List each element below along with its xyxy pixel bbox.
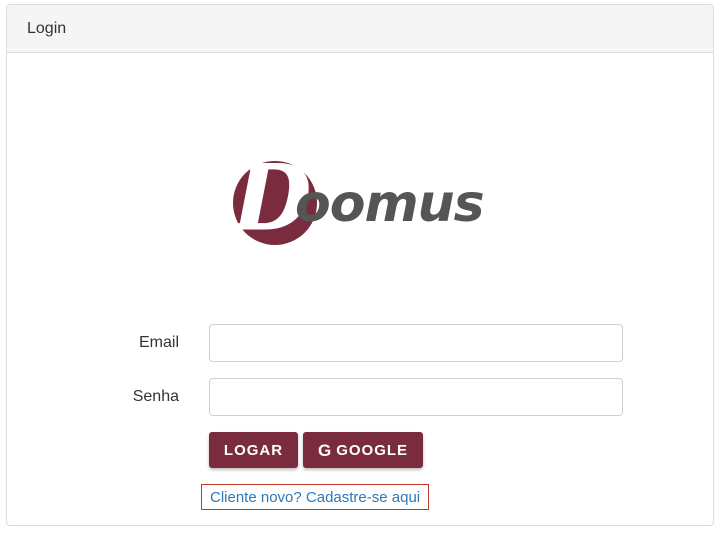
- logo-wordmark: oomus: [295, 174, 484, 234]
- login-card: Login D oomus Email Senha LOGAR G GOOGLE…: [6, 4, 714, 526]
- password-label: Senha: [132, 388, 179, 405]
- login-button-label: LOGAR: [223, 441, 284, 459]
- card-header: Login: [7, 5, 713, 53]
- doomus-logo: D oomus: [230, 153, 485, 252]
- google-login-button[interactable]: G GOOGLE: [303, 432, 423, 468]
- login-button[interactable]: LOGAR: [209, 432, 298, 468]
- page-title: Login: [27, 19, 67, 37]
- google-g-icon: G: [317, 440, 333, 460]
- register-link[interactable]: Cliente novo? Cadastre-se aqui: [201, 484, 430, 510]
- register-link-text: Cliente novo? Cadastre-se aqui: [210, 488, 421, 506]
- email-label: Email: [138, 334, 179, 351]
- password-field[interactable]: [209, 378, 623, 416]
- google-button-label: GOOGLE: [336, 441, 409, 459]
- email-field[interactable]: [209, 324, 623, 362]
